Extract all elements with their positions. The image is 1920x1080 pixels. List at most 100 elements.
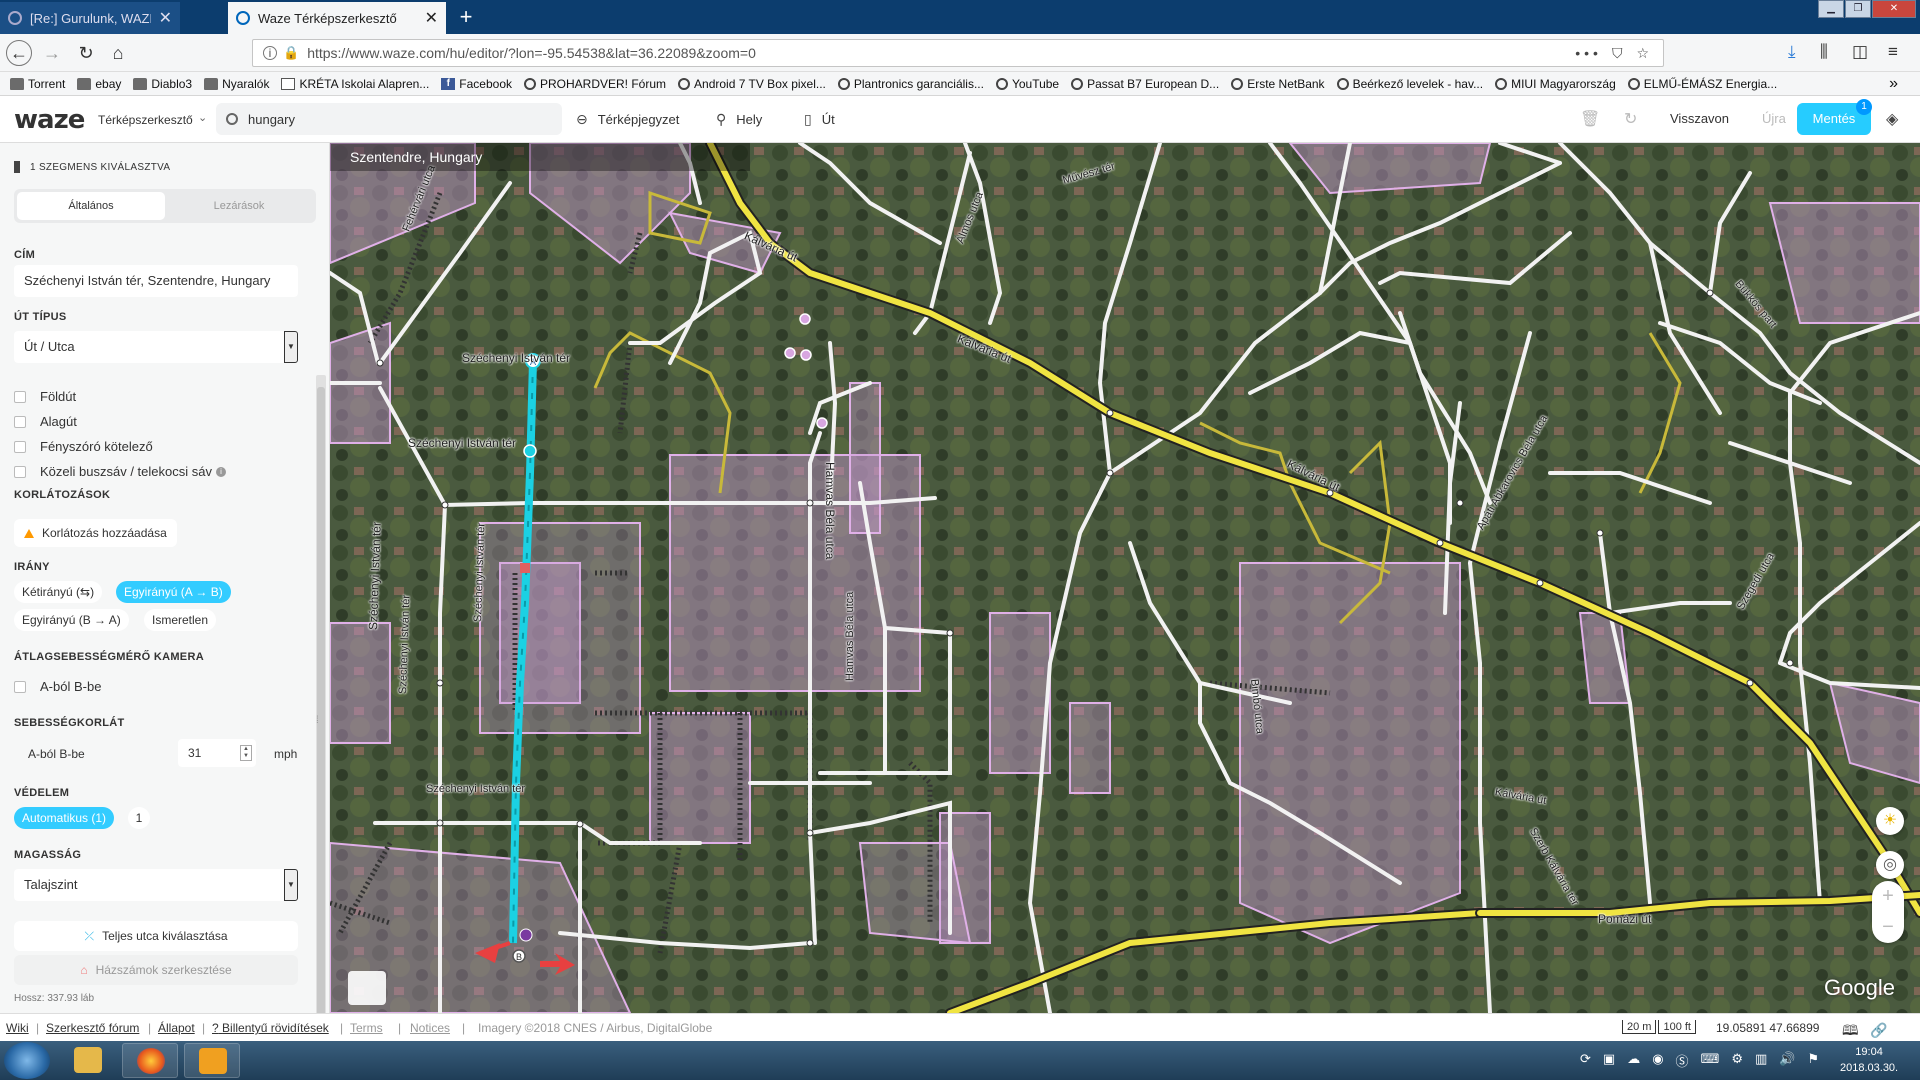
home-button[interactable]: ⌂ bbox=[106, 42, 130, 64]
sidebar-icon[interactable]: ◫ bbox=[1852, 42, 1868, 62]
headlights-checkbox[interactable]: Fényszóró kötelező bbox=[14, 439, 153, 454]
direction-b-to-a[interactable]: Egyirányú (B → A) bbox=[14, 609, 129, 631]
tab-closures[interactable]: Lezárások bbox=[165, 192, 313, 220]
cloud-icon[interactable]: ☁ bbox=[1627, 1051, 1640, 1070]
taskbar-firefox[interactable] bbox=[122, 1043, 178, 1078]
browser-tab-prohardver[interactable]: [Re:] Gurulunk, WAZE?! - PROHARDVER! Fór… bbox=[0, 2, 180, 34]
library-icon[interactable]: ⫼ bbox=[1820, 42, 1828, 62]
place-pin[interactable] bbox=[800, 349, 812, 361]
bookmark-item[interactable]: PROHARDVER! Fórum bbox=[524, 77, 666, 91]
bookmark-item[interactable]: Torrent bbox=[10, 77, 65, 91]
landmark-area[interactable] bbox=[1069, 702, 1111, 794]
place-button[interactable]: ⚲ Hely bbox=[716, 111, 762, 128]
lock-icon[interactable]: 🔒 bbox=[283, 45, 299, 61]
terms-link[interactable]: Terms bbox=[350, 1021, 383, 1035]
network-icon[interactable]: ▥ bbox=[1755, 1051, 1767, 1070]
close-window-button[interactable]: ✕ bbox=[1872, 0, 1916, 18]
taskbar-outlook[interactable] bbox=[184, 1043, 240, 1078]
elevation-select[interactable]: Talajszint ▼ bbox=[14, 869, 298, 901]
bookmark-item[interactable]: Diablo3 bbox=[133, 77, 192, 91]
info-icon[interactable]: i bbox=[215, 466, 226, 477]
road-type-select[interactable]: Út / Utca ▼ bbox=[14, 331, 298, 363]
protection-auto[interactable]: Automatikus (1) bbox=[14, 807, 115, 829]
checkbox[interactable] bbox=[14, 465, 26, 478]
node[interactable] bbox=[436, 679, 444, 687]
node[interactable] bbox=[436, 819, 444, 827]
direction-two-way[interactable]: Kétirányú (⇆) bbox=[14, 581, 103, 603]
editor-title[interactable]: Térképszerkesztő bbox=[98, 113, 193, 127]
nav-icon[interactable]: ☀ bbox=[1876, 807, 1904, 835]
landmark-area[interactable] bbox=[479, 522, 641, 734]
bookmark-item[interactable]: KRÉTA Iskolai Alapren... bbox=[281, 77, 429, 91]
bookmark-item[interactable]: ELMŰ-ÉMÁSZ Energia... bbox=[1627, 77, 1777, 91]
reload-button[interactable]: ↻ bbox=[74, 42, 98, 64]
map-canvas[interactable]: A B Széchenyi István tér Széchenyi Istvá… bbox=[330, 143, 1920, 1013]
tunnel-checkbox[interactable]: Alagút bbox=[14, 414, 77, 429]
address-bar[interactable]: i 🔒 https://www.waze.com/hu/editor/?lon=… bbox=[252, 39, 1664, 67]
forum-link[interactable]: Szerkesztő fórum bbox=[46, 1021, 139, 1035]
bookmark-item[interactable]: ebay bbox=[77, 77, 121, 91]
landmark-area[interactable] bbox=[989, 612, 1051, 774]
sidebar-scrollbar[interactable] bbox=[316, 375, 326, 1013]
bookmark-item[interactable]: Plantronics garanciális... bbox=[837, 77, 984, 91]
camera-a-to-b-checkbox[interactable]: A-ból B-be bbox=[14, 679, 101, 694]
node[interactable] bbox=[1786, 659, 1794, 667]
keyboard-icon[interactable]: ⌨ bbox=[1701, 1051, 1720, 1070]
speed-limit-input[interactable]: 31 ▲ ▼ bbox=[178, 739, 256, 767]
question-marker[interactable] bbox=[519, 928, 533, 942]
locate-icon[interactable]: ◎ bbox=[1876, 851, 1904, 879]
node[interactable] bbox=[1106, 409, 1114, 417]
volume-icon[interactable]: 🔊 bbox=[1779, 1051, 1795, 1070]
node[interactable] bbox=[1536, 579, 1544, 587]
refresh-icon[interactable]: ↻ bbox=[1624, 109, 1637, 129]
place-pin[interactable] bbox=[816, 417, 828, 429]
node[interactable] bbox=[376, 359, 384, 367]
add-restriction-button[interactable]: Korlátozás hozzáadása bbox=[14, 519, 177, 547]
select-entire-street-button[interactable]: ⤫ Teljes utca kiválasztása bbox=[14, 921, 298, 951]
bookmark-star-icon[interactable]: ☆ bbox=[1636, 45, 1653, 62]
bookmarks-overflow-button[interactable]: » bbox=[1889, 75, 1898, 93]
map-icon[interactable]: 🕮 bbox=[1842, 1022, 1859, 1038]
node[interactable] bbox=[441, 501, 449, 509]
chevron-down-icon[interactable]: ⌄ bbox=[198, 111, 207, 124]
undo-button[interactable]: Visszavon bbox=[1670, 111, 1729, 126]
taskbar-explorer[interactable] bbox=[60, 1043, 116, 1078]
checkbox[interactable] bbox=[14, 680, 26, 693]
node[interactable] bbox=[946, 629, 954, 637]
redo-button[interactable]: Újra bbox=[1762, 111, 1786, 126]
search-box[interactable] bbox=[216, 103, 562, 135]
landmark-area[interactable] bbox=[649, 712, 751, 844]
forward-button[interactable]: → bbox=[40, 42, 64, 64]
geometry-handle[interactable] bbox=[523, 444, 537, 458]
notices-link[interactable]: Notices bbox=[410, 1021, 450, 1035]
app-icon[interactable]: ▣ bbox=[1603, 1051, 1615, 1070]
page-actions-icon[interactable]: ••• bbox=[1575, 45, 1602, 61]
bookmark-item[interactable]: Erste NetBank bbox=[1231, 77, 1325, 91]
landmark-area[interactable] bbox=[330, 622, 391, 744]
back-button[interactable]: ← bbox=[6, 40, 32, 66]
new-tab-button[interactable]: + bbox=[452, 4, 480, 30]
menu-icon[interactable]: ≡ bbox=[1888, 42, 1898, 62]
status-link[interactable]: Állapot bbox=[158, 1021, 195, 1035]
wiki-link[interactable]: Wiki bbox=[6, 1021, 29, 1035]
pocket-icon[interactable]: ⛉ bbox=[1612, 45, 1627, 62]
edit-house-numbers-button[interactable]: ⌂ Házszámok szerkesztése bbox=[14, 955, 298, 985]
map-note-button[interactable]: ⊖ Térképjegyzet bbox=[576, 111, 679, 128]
bus-icon[interactable] bbox=[348, 971, 386, 1005]
node[interactable] bbox=[806, 939, 814, 947]
bookmark-item[interactable]: Passat B7 European D... bbox=[1071, 77, 1219, 91]
checkbox[interactable] bbox=[14, 415, 26, 428]
sync-icon[interactable]: ⟳ bbox=[1580, 1051, 1591, 1070]
node[interactable] bbox=[806, 829, 814, 837]
bus-lane-checkbox[interactable]: Közeli buszsáv / telekocsi sáv i bbox=[14, 464, 226, 479]
keyboard-shortcuts-link[interactable]: ? Billentyű rövidítések bbox=[212, 1021, 329, 1035]
resize-handle[interactable]: ⁞ bbox=[316, 715, 319, 726]
taskbar-clock[interactable]: 19:04 2018.03.30. bbox=[1840, 1044, 1898, 1076]
scrollbar-thumb[interactable] bbox=[317, 387, 325, 1013]
search-input[interactable] bbox=[248, 111, 548, 127]
start-button[interactable] bbox=[4, 1042, 50, 1079]
close-icon[interactable]: ✕ bbox=[159, 8, 172, 28]
minimize-button[interactable]: ▁ bbox=[1818, 0, 1844, 18]
node[interactable] bbox=[576, 820, 584, 828]
url-text[interactable]: https://www.waze.com/hu/editor/?lon=-95.… bbox=[307, 45, 1575, 61]
